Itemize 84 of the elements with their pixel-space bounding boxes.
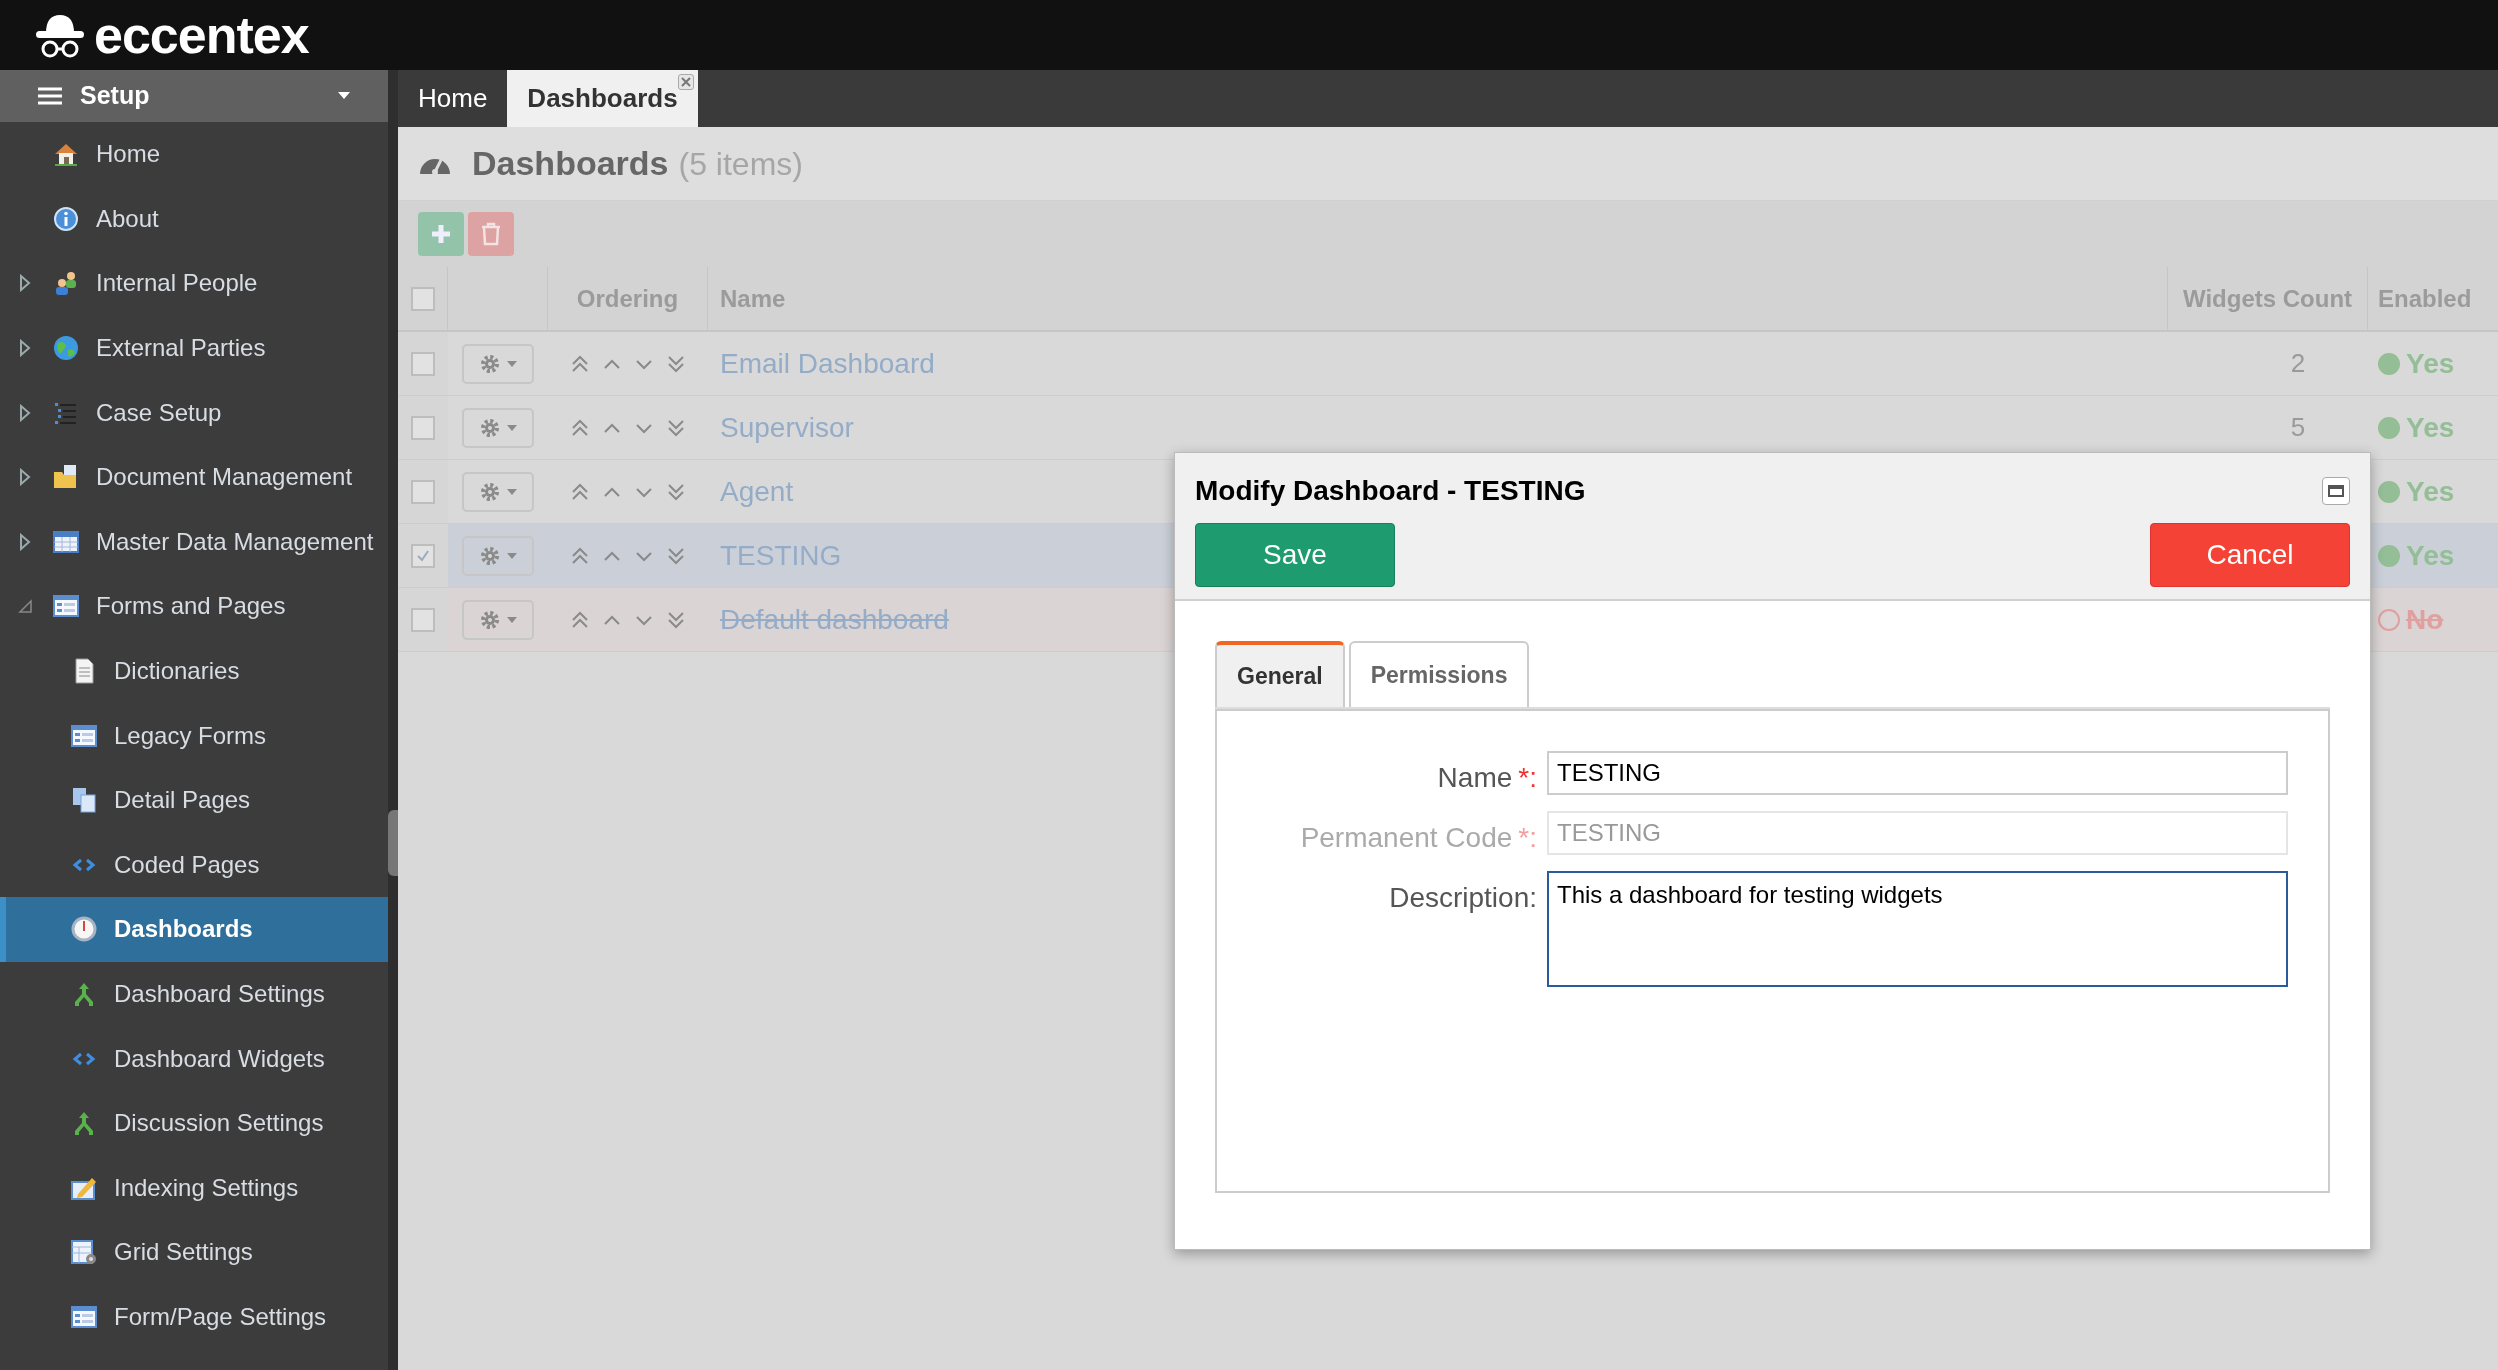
add-button[interactable] [418, 212, 464, 256]
brand-name: eccentex [94, 9, 309, 61]
gear-menu-button[interactable] [462, 535, 534, 576]
caret-icon [507, 616, 517, 623]
sidebar-item[interactable]: Dashboard Widgets [0, 1026, 388, 1091]
gear-menu-button[interactable] [462, 471, 534, 512]
gear-menu-button[interactable] [462, 599, 534, 640]
required-marker: *: [1517, 821, 1537, 855]
row-checkbox[interactable] [411, 415, 435, 440]
info-icon [52, 204, 80, 233]
sidebar-item[interactable]: Internal People [0, 251, 388, 316]
sidebar-header[interactable]: Setup [0, 70, 388, 122]
maximize-icon[interactable] [2322, 477, 2350, 505]
expand-arrow-icon[interactable] [19, 274, 31, 293]
caret-icon [507, 488, 517, 495]
sidebar-item[interactable]: Discussion Settings [0, 1090, 388, 1156]
row-checkbox[interactable] [411, 607, 435, 632]
expand-arrow-icon[interactable] [19, 468, 31, 487]
gear-icon [479, 352, 501, 375]
sidebar-item[interactable]: Forms and Pages [0, 574, 388, 639]
plus-icon [430, 223, 452, 245]
caret-icon [507, 424, 517, 431]
dialog-tab[interactable]: General [1215, 641, 1345, 707]
sidebar-item[interactable]: About [0, 186, 388, 252]
table-cell-text: Yes [2406, 346, 2455, 381]
page-tab[interactable]: Dashboards [507, 70, 698, 127]
form-icon [70, 1303, 98, 1331]
gauge-icon [70, 915, 98, 944]
gear-icon [479, 608, 501, 631]
sidebar-item[interactable]: Form/Page Settings [0, 1284, 388, 1350]
cancel-button[interactable]: Cancel [2150, 523, 2350, 587]
caret-icon [507, 552, 517, 559]
globe-icon [52, 334, 80, 363]
sidebar-item[interactable]: Dictionaries [0, 638, 388, 704]
sidebar-item[interactable]: Grid Settings [0, 1220, 388, 1285]
table-cell-text: 5 [2289, 411, 2306, 444]
page-tab[interactable]: Home [398, 70, 508, 127]
field-label: Description: [1389, 881, 1537, 915]
sidebar-item[interactable]: Legacy Forms [0, 703, 388, 768]
row-checkbox[interactable] [410, 286, 435, 311]
caret-icon [338, 92, 350, 100]
table-cell-text: Yes [2406, 410, 2455, 445]
sidebar-item[interactable]: Detail Pages [0, 767, 388, 833]
gear-icon [479, 544, 501, 567]
pages-icon [70, 786, 98, 815]
collapse-arrow-icon[interactable] [18, 599, 32, 614]
expand-arrow-icon[interactable] [19, 339, 31, 358]
required-marker: *: [1517, 761, 1537, 795]
menu-icon [38, 86, 62, 106]
sidebar-item[interactable]: Dashboard Settings [0, 961, 388, 1027]
sidebar-item[interactable]: Indexing Settings [0, 1155, 388, 1221]
dialog-title: Modify Dashboard - TESTING [1195, 474, 1586, 508]
item-count: (5 items) [678, 144, 803, 184]
sidebar-item[interactable]: Coded Pages [0, 832, 388, 898]
row-checkbox[interactable] [411, 479, 435, 504]
dialog-tab[interactable]: Permissions [1348, 641, 1530, 707]
page-title: Dashboards [472, 143, 669, 184]
text-field[interactable]: TESTING [1547, 751, 2288, 795]
delete-button[interactable] [468, 212, 514, 256]
sidebar-item[interactable]: Dashboards [0, 897, 388, 962]
gear-icon [479, 416, 501, 439]
table-cell-text: Yes [2406, 474, 2455, 509]
gear-menu-button[interactable] [462, 407, 534, 448]
description-field[interactable]: This a dashboard for testing widgets [1547, 871, 2288, 987]
caret-icon [507, 360, 517, 367]
field-label: Name [1437, 761, 1513, 795]
collapse-handle[interactable] [388, 810, 398, 876]
row-checkbox[interactable] [411, 351, 435, 376]
gear-menu-button[interactable] [462, 343, 534, 384]
table-cell-text: 2 [2289, 347, 2306, 380]
expand-arrow-icon[interactable] [19, 403, 31, 422]
sidebar-item[interactable]: External Parties [0, 315, 388, 381]
table-cell-text: Yes [2406, 538, 2455, 573]
sidebar-item[interactable]: Master Data Management [0, 509, 388, 575]
expand-arrow-icon[interactable] [19, 532, 31, 551]
trash-icon [481, 222, 501, 246]
grid-settings-icon [70, 1238, 98, 1267]
sidebar-item[interactable]: Home [0, 122, 388, 187]
sidebar-item[interactable]: Document Management [0, 444, 388, 510]
gear-icon [479, 480, 501, 503]
field-label: Permanent Code [1300, 821, 1513, 855]
row-checkbox[interactable] [411, 543, 435, 568]
sidebar-item[interactable]: Case Setup [0, 380, 388, 445]
close-icon[interactable] [677, 74, 694, 90]
